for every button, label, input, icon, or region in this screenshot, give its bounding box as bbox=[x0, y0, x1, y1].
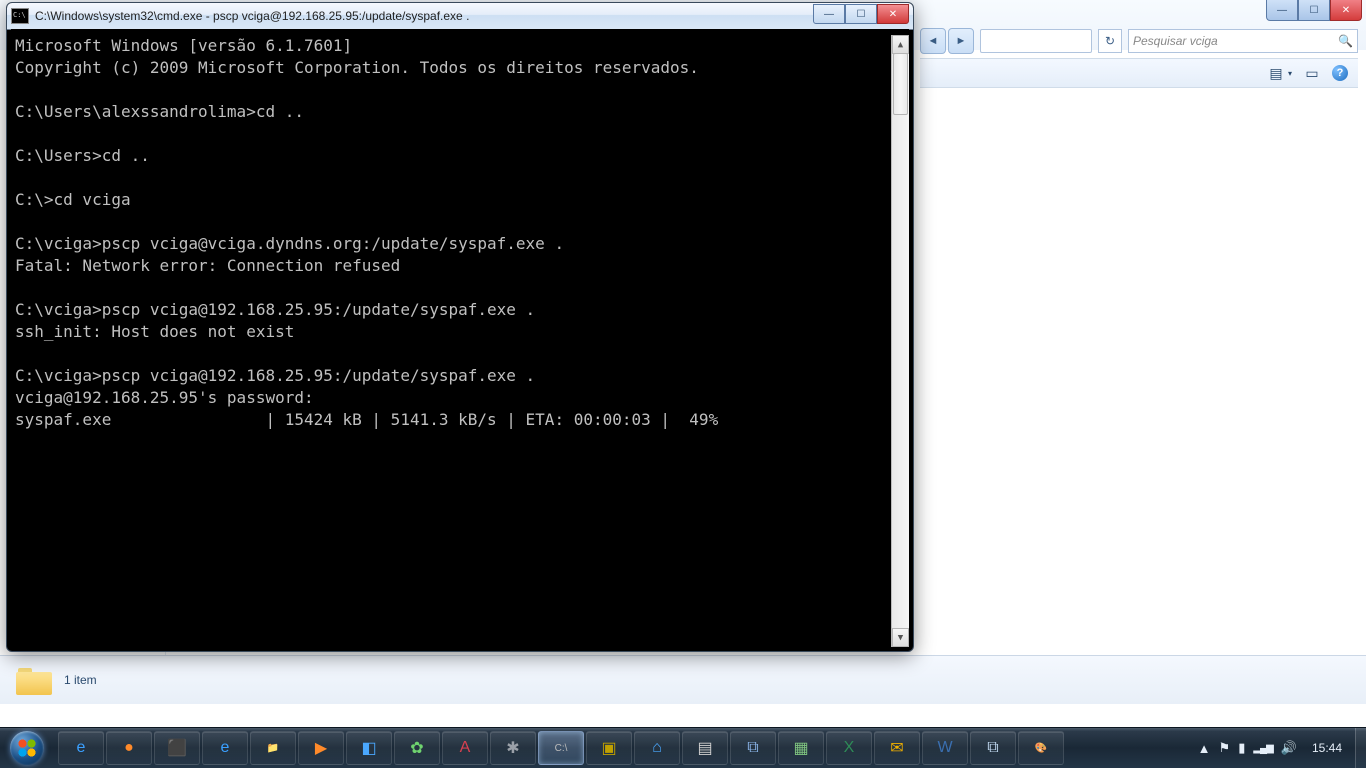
search-icon[interactable]: 🔍 bbox=[1338, 34, 1353, 48]
taskbar-app-button[interactable]: ✿ bbox=[394, 731, 440, 765]
taskbar-app-button[interactable]: 🎨 bbox=[1018, 731, 1064, 765]
folder-icon bbox=[16, 665, 52, 695]
taskbar-app-button[interactable]: X bbox=[826, 731, 872, 765]
refresh-button[interactable]: ↻ bbox=[1098, 29, 1122, 53]
system-tray: ▲ ⚑ ▮ ▂▄▆ 🔊 15:44 bbox=[1192, 728, 1355, 768]
help-icon[interactable]: ? bbox=[1332, 65, 1348, 81]
taskbar-app-button[interactable]: ● bbox=[106, 731, 152, 765]
windows-orb-icon bbox=[10, 731, 44, 765]
tray-expand-icon[interactable]: ▲ bbox=[1198, 741, 1211, 756]
cmd-scrollbar[interactable]: ▲ ▼ bbox=[891, 35, 909, 647]
cmd-maximize-button[interactable]: ☐ bbox=[845, 4, 877, 24]
network-icon[interactable]: ▂▄▆ bbox=[1253, 743, 1272, 754]
taskbar-app-button[interactable]: ⧉ bbox=[730, 731, 776, 765]
taskbar-items: e●⬛e📁▶◧✿A✱C:\▣⌂▤⧉▦X✉W⧉🎨 bbox=[54, 728, 1192, 768]
explorer-window-controls: — ☐ ✕ bbox=[1266, 0, 1362, 20]
search-input[interactable]: Pesquisar vciga 🔍 bbox=[1128, 29, 1358, 53]
explorer-toolbar: ▤ ▾ ▭ ? bbox=[920, 58, 1358, 88]
taskbar-app-button[interactable]: ▣ bbox=[586, 731, 632, 765]
status-item-count: 1 item bbox=[64, 673, 97, 687]
explorer-address-row: ◄ ► ↻ Pesquisar vciga 🔍 bbox=[920, 28, 1358, 54]
nav-forward-button[interactable]: ► bbox=[948, 28, 974, 54]
taskbar-app-button[interactable]: C:\ bbox=[538, 731, 584, 765]
cmd-output[interactable]: Microsoft Windows [versão 6.1.7601] Copy… bbox=[15, 35, 891, 647]
taskbar-app-button[interactable]: e bbox=[58, 731, 104, 765]
taskbar: e●⬛e📁▶◧✿A✱C:\▣⌂▤⧉▦X✉W⧉🎨 ▲ ⚑ ▮ ▂▄▆ 🔊 15:4… bbox=[0, 727, 1366, 768]
preview-pane-button[interactable]: ▭ bbox=[1302, 63, 1322, 83]
volume-icon[interactable]: 🔊 bbox=[1281, 740, 1297, 756]
explorer-minimize-button[interactable]: — bbox=[1266, 0, 1298, 21]
taskbar-app-button[interactable]: ⌂ bbox=[634, 731, 680, 765]
breadcrumb[interactable] bbox=[980, 29, 1092, 53]
scroll-down-button[interactable]: ▼ bbox=[892, 628, 909, 647]
taskbar-clock[interactable]: 15:44 bbox=[1305, 741, 1349, 755]
cmd-window[interactable]: C:\Windows\system32\cmd.exe - pscp vciga… bbox=[6, 2, 914, 652]
start-button[interactable] bbox=[0, 728, 54, 768]
taskbar-app-button[interactable]: ◧ bbox=[346, 731, 392, 765]
taskbar-app-button[interactable]: ▶ bbox=[298, 731, 344, 765]
preview-icon: ▭ bbox=[1302, 63, 1322, 83]
explorer-maximize-button[interactable]: ☐ bbox=[1298, 0, 1330, 21]
taskbar-app-button[interactable]: 📁 bbox=[250, 731, 296, 765]
taskbar-app-button[interactable]: e bbox=[202, 731, 248, 765]
taskbar-app-button[interactable]: ✱ bbox=[490, 731, 536, 765]
cmd-close-button[interactable]: ✕ bbox=[877, 4, 909, 24]
search-placeholder: Pesquisar vciga bbox=[1133, 34, 1218, 48]
action-center-icon[interactable]: ⚑ bbox=[1219, 740, 1231, 756]
cmd-minimize-button[interactable]: — bbox=[813, 4, 845, 24]
explorer-statusbar: 1 item bbox=[0, 655, 1366, 704]
scroll-thumb[interactable] bbox=[893, 53, 908, 115]
view-mode-button[interactable]: ▤ ▾ bbox=[1266, 63, 1292, 83]
scroll-up-button[interactable]: ▲ bbox=[892, 35, 909, 54]
taskbar-app-button[interactable]: ▦ bbox=[778, 731, 824, 765]
show-desktop-button[interactable] bbox=[1355, 728, 1366, 768]
cmd-title-text: C:\Windows\system32\cmd.exe - pscp vciga… bbox=[35, 9, 807, 23]
taskbar-app-button[interactable]: ▤ bbox=[682, 731, 728, 765]
taskbar-app-button[interactable]: A bbox=[442, 731, 488, 765]
battery-icon[interactable]: ▮ bbox=[1238, 740, 1245, 756]
taskbar-app-button[interactable]: ⧉ bbox=[970, 731, 1016, 765]
explorer-close-button[interactable]: ✕ bbox=[1330, 0, 1362, 21]
cmd-icon bbox=[11, 8, 29, 24]
nav-back-button[interactable]: ◄ bbox=[920, 28, 946, 54]
taskbar-app-button[interactable]: ⬛ bbox=[154, 731, 200, 765]
chevron-down-icon: ▾ bbox=[1288, 69, 1292, 78]
taskbar-app-button[interactable]: W bbox=[922, 731, 968, 765]
cmd-client-area[interactable]: Microsoft Windows [versão 6.1.7601] Copy… bbox=[11, 29, 909, 647]
cmd-titlebar[interactable]: C:\Windows\system32\cmd.exe - pscp vciga… bbox=[7, 3, 913, 30]
taskbar-app-button[interactable]: ✉ bbox=[874, 731, 920, 765]
view-icon: ▤ bbox=[1266, 63, 1286, 83]
